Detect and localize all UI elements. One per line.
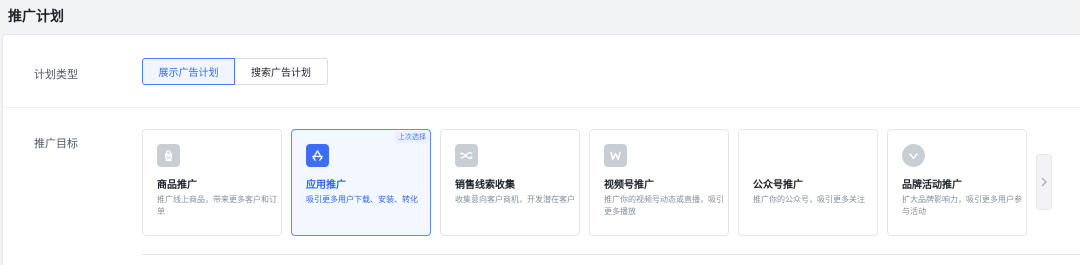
goal-card-leads[interactable]: 销售线索收集 收集意向客户商机，开发潜在客户 [440,129,580,236]
goal-card-title: 应用推广 [306,180,346,191]
goal-card-desc: 扩大品牌影响力，吸引更多用户参与活动 [902,195,1022,216]
section-divider [3,107,1080,108]
page-title: 推广计划 [8,9,64,25]
goal-card-app[interactable]: 上次选择 应用推广 吸引更多用户下载、安装、转化 [291,129,431,236]
goal-card-title: 公众号推广 [753,180,803,191]
section-bottom-divider [142,254,1080,255]
goal-card-desc: 吸引更多用户下载、安装、转化 [306,195,418,204]
goal-card-brand[interactable]: 品牌活动推广 扩大品牌影响力，吸引更多用户参与活动 [887,129,1027,236]
promotion-goal-label: 推广目标 [34,137,78,150]
next-cards-button[interactable] [1036,154,1052,210]
goal-card-product[interactable]: 商品推广 推广线上商品，带来更多客户和订单 [142,129,282,236]
brand-heart-icon [902,144,925,167]
campaign-panel: 计划类型 展示广告计划 搜索广告计划 推广目标 商品推广 推广线上商品，带来更多… [2,34,1080,265]
video-channel-icon [604,144,627,167]
goal-card-desc: 推广你的公众号，吸引更多关注 [753,195,865,204]
shopping-bag-icon [157,144,180,167]
last-choice-badge: 上次选择 [395,131,429,143]
goal-card-title: 销售线索收集 [455,180,515,191]
plan-type-search-button[interactable]: 搜索广告计划 [234,58,328,85]
goal-card-video[interactable]: 视频号推广 推广你的视频号动态或直播，吸引更多播放 [589,129,729,236]
plan-type-display-button[interactable]: 展示广告计划 [142,58,235,85]
goal-card-title: 品牌活动推广 [902,180,962,191]
goal-card-desc: 推广你的视频号动态或直播，吸引更多播放 [604,195,724,216]
leads-icon [455,144,478,167]
goal-card-title: 商品推广 [157,180,197,191]
goal-card-official-account[interactable]: 公众号推广 推广你的公众号，吸引更多关注 [738,129,878,236]
chevron-right-icon [1041,177,1047,187]
goal-card-title: 视频号推广 [604,180,654,191]
plan-type-label: 计划类型 [34,68,78,81]
goal-card-desc: 收集意向客户商机，开发潜在客户 [455,195,575,204]
app-store-icon [306,144,329,167]
goal-card-desc: 推广线上商品，带来更多客户和订单 [157,195,277,216]
page-header: 推广计划 [0,0,1080,32]
